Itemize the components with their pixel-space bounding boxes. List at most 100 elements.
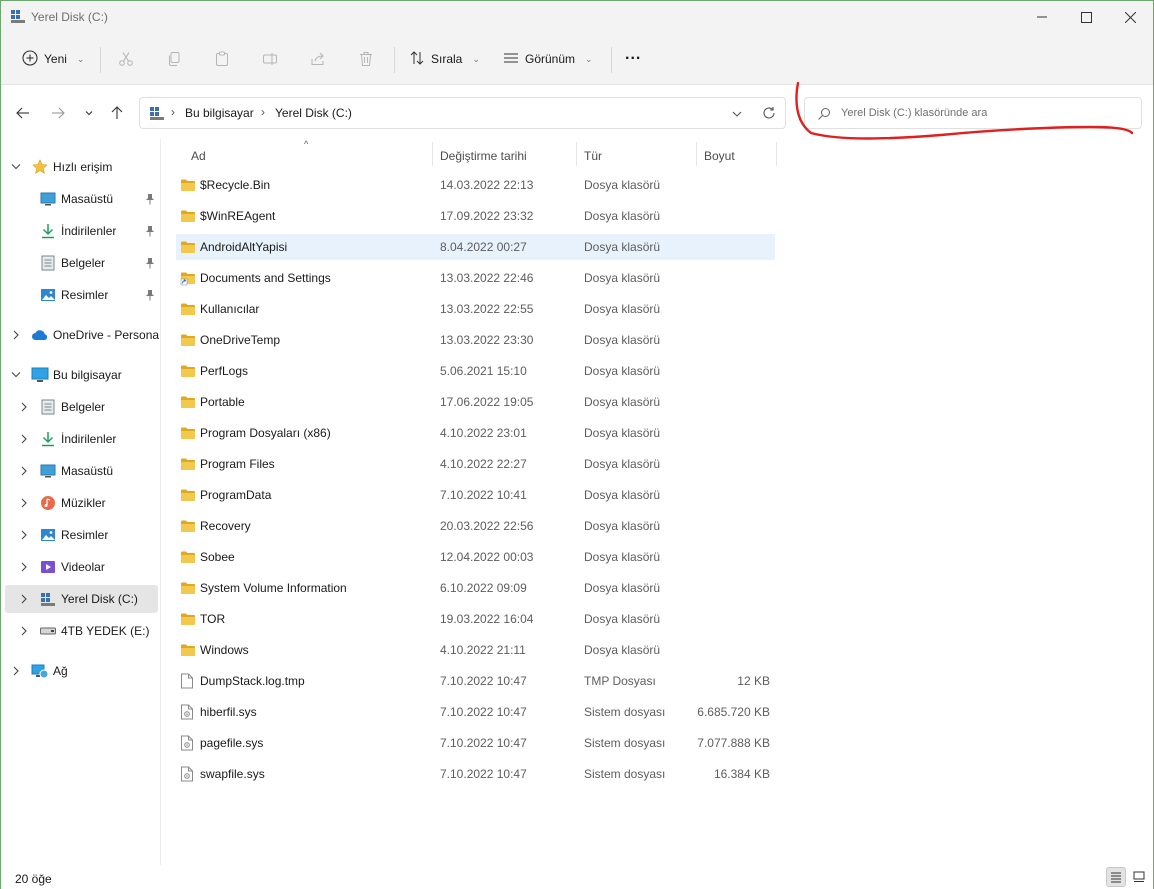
search-input[interactable]: Yerel Disk (C:) klasöründe ara: [804, 97, 1142, 129]
paste-icon[interactable]: [212, 49, 232, 69]
file-name: PerfLogs: [200, 364, 249, 378]
file-row[interactable]: Program Files 4.10.2022 22:27 Dosya klasör…: [176, 451, 775, 477]
system-file-icon: [180, 735, 196, 751]
chevron-right-icon[interactable]: [17, 432, 31, 446]
file-row[interactable]: DumpStack.log.tmp 7.10.2022 10:47 TMP Dosy…: [176, 668, 775, 694]
chevron-right-icon[interactable]: [17, 464, 31, 478]
sidebar-item-music[interactable]: Müzikler: [1, 489, 159, 517]
chevron-right-icon[interactable]: [9, 328, 23, 342]
sidebar-item-quick-access[interactable]: Hızlı erişim: [1, 153, 159, 181]
command-bar: Yeni ⌄ Sırala ⌄ Görünüm ⌄ ...: [1, 33, 1153, 85]
file-row[interactable]: OneDriveTemp 13.03.2022 23:30 Dosya klasör…: [176, 327, 775, 353]
file-row[interactable]: System Volume Information 6.10.2022 09:09…: [176, 575, 775, 601]
chevron-right-icon[interactable]: [17, 528, 31, 542]
column-header-type[interactable]: Tür: [584, 142, 602, 170]
file-row[interactable]: Recovery 20.03.2022 22:56 Dosya klasörü: [176, 513, 775, 539]
chevron-down-icon[interactable]: [9, 160, 23, 174]
address-bar[interactable]: › Bu bilgisayar › Yerel Disk (C:): [139, 97, 786, 129]
file-row[interactable]: Portable 17.06.2022 19:05 Dosya klasörü: [176, 389, 775, 415]
column-divider[interactable]: [432, 142, 433, 166]
sidebar-item-downloads-pinned[interactable]: İndirilenler: [1, 217, 159, 245]
minimize-button[interactable]: [1019, 1, 1065, 33]
file-row[interactable]: TOR 19.03.2022 16:04 Dosya klasörü: [176, 606, 775, 632]
file-type: Dosya klasörü: [584, 333, 661, 347]
copy-icon[interactable]: [164, 49, 184, 69]
file-size: 12 KB: [737, 674, 770, 688]
view-button[interactable]: Görünüm ⌄: [503, 45, 593, 73]
chevron-down-icon[interactable]: [9, 368, 23, 382]
share-icon[interactable]: [308, 49, 328, 69]
column-divider[interactable]: [696, 142, 697, 166]
sidebar-item-local-disk[interactable]: Yerel Disk (C:): [5, 585, 158, 613]
tiles-view-button[interactable]: [1129, 867, 1149, 887]
file-date: 17.06.2022 19:05: [440, 395, 534, 409]
breadcrumb-local-disk[interactable]: Yerel Disk (C:): [275, 106, 352, 120]
file-row[interactable]: hiberfil.sys 7.10.2022 10:47 Sistem dosyas…: [176, 699, 775, 725]
chevron-right-icon[interactable]: [17, 400, 31, 414]
cut-icon[interactable]: [116, 49, 136, 69]
file-row[interactable]: AndroidAltYapisi 8.04.2022 00:27 Dosya kla…: [176, 234, 775, 260]
details-view-button[interactable]: [1106, 867, 1126, 887]
drive-icon: [149, 106, 165, 123]
sidebar-item-desktop[interactable]: Masaüstü: [1, 457, 159, 485]
file-row[interactable]: ProgramData 7.10.2022 10:41 Dosya klasörü: [176, 482, 775, 508]
sidebar-item-external-drive[interactable]: 4TB YEDEK (E:): [1, 617, 159, 645]
sidebar-item-pictures-pinned[interactable]: Resimler: [1, 281, 159, 309]
more-options-button[interactable]: ...: [625, 45, 641, 73]
sidebar-item-downloads[interactable]: İndirilenler: [1, 425, 159, 453]
recent-locations-button[interactable]: [78, 102, 100, 124]
file-row[interactable]: $Recycle.Bin 14.03.2022 22:13 Dosya klasör…: [176, 172, 775, 198]
file-explorer-window: Yerel Disk (C:) Yeni ⌄ Sırala ⌄ Görünüm …: [0, 0, 1154, 889]
sidebar-item-documents[interactable]: Belgeler: [1, 393, 159, 421]
chevron-right-icon[interactable]: [17, 560, 31, 574]
sidebar-item-network[interactable]: Ağ: [1, 657, 159, 685]
chevron-right-icon[interactable]: [17, 496, 31, 510]
sidebar-item-label: Hızlı erişim: [53, 160, 113, 174]
new-button[interactable]: Yeni ⌄: [22, 45, 84, 73]
forward-button[interactable]: [47, 102, 69, 124]
up-button[interactable]: [106, 102, 128, 124]
column-header-size[interactable]: Boyut: [704, 142, 735, 170]
sort-button[interactable]: Sırala ⌄: [409, 45, 480, 73]
file-row[interactable]: PerfLogs 5.06.2021 15:10 Dosya klasörü: [176, 358, 775, 384]
folder-icon: [180, 301, 196, 317]
file-date: 4.10.2022 22:27: [440, 457, 527, 471]
file-type: Dosya klasörü: [584, 643, 661, 657]
chevron-right-icon[interactable]: [9, 664, 23, 678]
sidebar-item-pictures[interactable]: Resimler: [1, 521, 159, 549]
file-row[interactable]: Kullanıcılar 13.03.2022 22:55 Dosya klasör…: [176, 296, 775, 322]
sidebar-item-onedrive[interactable]: OneDrive - Personal: [1, 321, 159, 349]
file-date: 13.03.2022 23:30: [440, 333, 534, 347]
file-row[interactable]: Sobee 12.04.2022 00:03 Dosya klasörü: [176, 544, 775, 570]
column-header-name[interactable]: Ad: [191, 142, 206, 170]
file-row[interactable]: $WinREAgent 17.09.2022 23:32 Dosya klasörü: [176, 203, 775, 229]
chevron-right-icon[interactable]: [17, 592, 31, 606]
column-header-date[interactable]: Değiştirme tarihi: [440, 142, 527, 170]
file-row[interactable]: Windows 4.10.2022 21:11 Dosya klasörü: [176, 637, 775, 663]
file-type: TMP Dosyası: [584, 674, 656, 688]
address-history-chevron-icon[interactable]: [731, 108, 743, 122]
sidebar-item-videos[interactable]: Videolar: [1, 553, 159, 581]
more-icon: ...: [625, 46, 642, 63]
sidebar-item-documents-pinned[interactable]: Belgeler: [1, 249, 159, 277]
close-button[interactable]: [1107, 1, 1153, 33]
sidebar-item-this-pc[interactable]: Bu bilgisayar: [1, 361, 159, 389]
file-row[interactable]: Documents and Settings 13.03.2022 22:46 Do…: [176, 265, 775, 291]
refresh-icon[interactable]: [762, 106, 776, 123]
rename-icon[interactable]: [260, 49, 280, 69]
column-header-label: Tür: [584, 149, 602, 163]
file-row[interactable]: Program Dosyaları (x86) 4.10.2022 23:01 Do…: [176, 420, 775, 446]
breadcrumb-this-pc[interactable]: Bu bilgisayar: [185, 106, 254, 120]
column-divider[interactable]: [576, 142, 577, 166]
column-divider[interactable]: [776, 142, 777, 166]
sidebar-item-label: Müzikler: [61, 496, 106, 510]
sidebar-item-desktop-pinned[interactable]: Masaüstü: [1, 185, 159, 213]
file-name: $Recycle.Bin: [200, 178, 271, 192]
file-row[interactable]: pagefile.sys 7.10.2022 10:47 Sistem dosyas…: [176, 730, 775, 756]
folder-icon: [180, 611, 196, 627]
file-row[interactable]: swapfile.sys 7.10.2022 10:47 Sistem dosyas…: [176, 761, 775, 787]
chevron-right-icon[interactable]: [17, 624, 31, 638]
delete-icon[interactable]: [356, 49, 376, 69]
back-button[interactable]: [12, 102, 34, 124]
maximize-button[interactable]: [1063, 1, 1109, 33]
